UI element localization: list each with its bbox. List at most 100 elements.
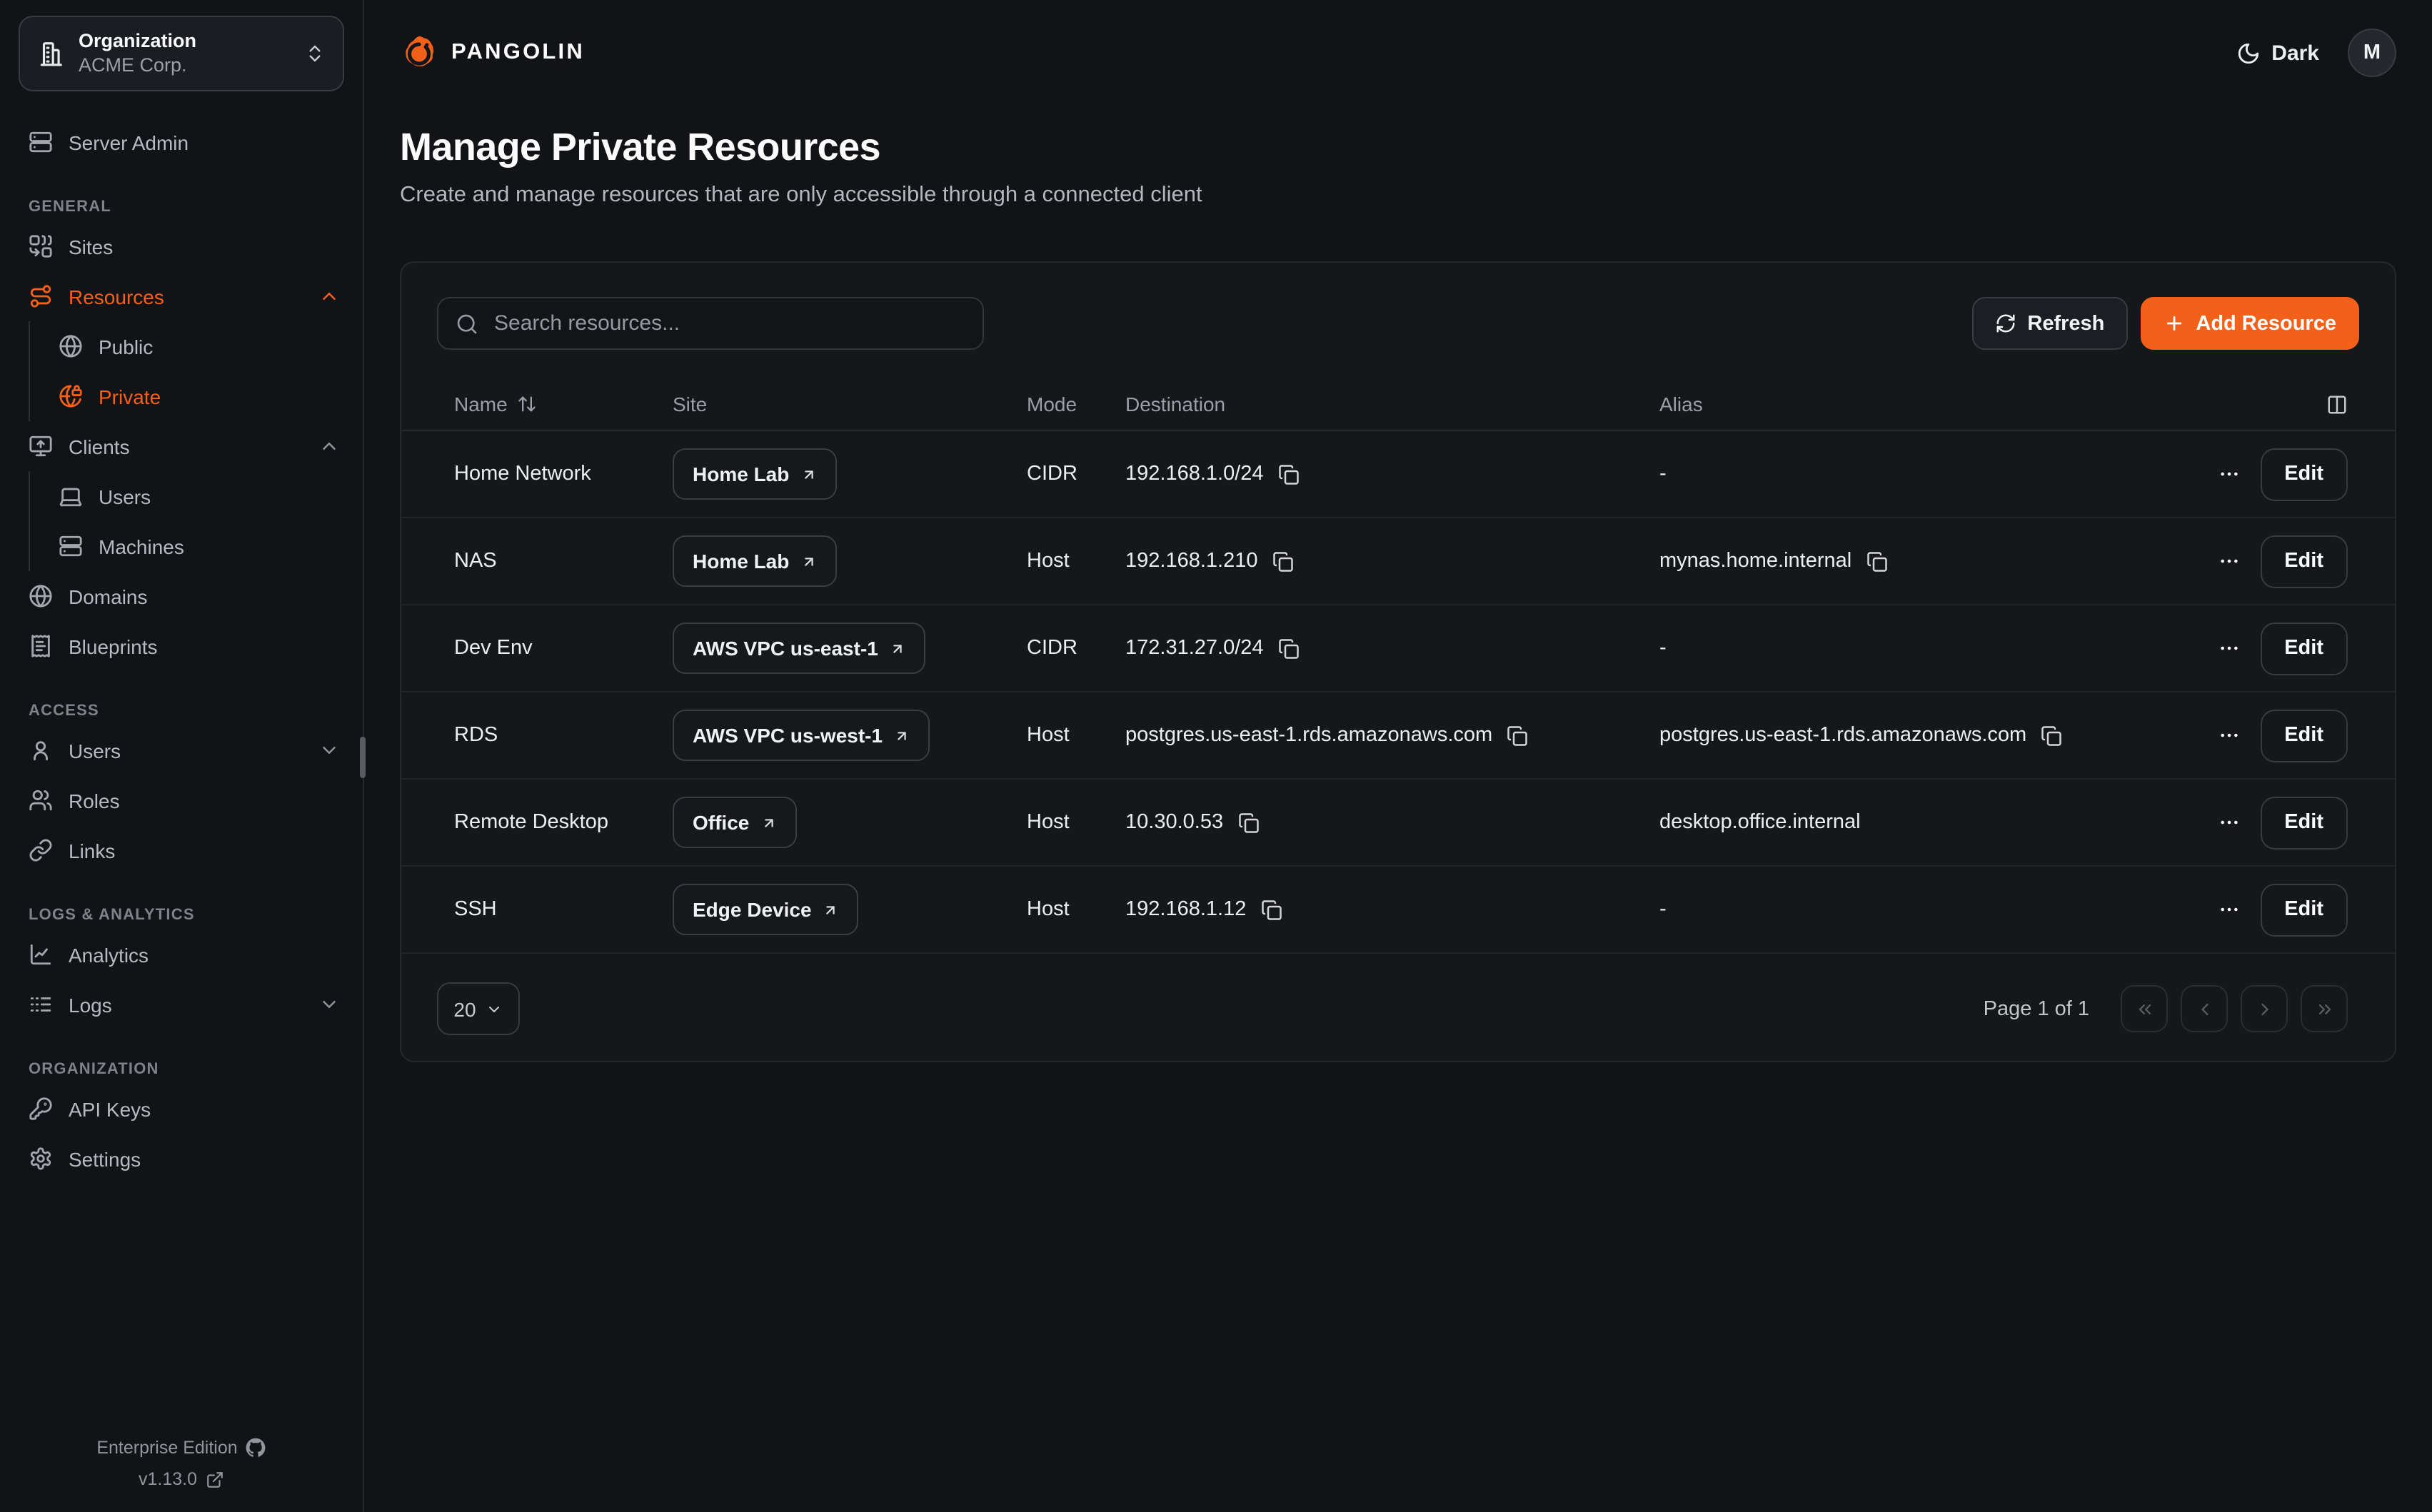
sidebar-item-api-keys[interactable]: API Keys [29, 1084, 340, 1134]
sidebar-item-server-admin[interactable]: Server Admin [29, 117, 340, 167]
search-icon [456, 312, 478, 335]
sidebar-item-links[interactable]: Links [29, 825, 340, 875]
site-link[interactable]: AWS VPC us-east-1 [673, 623, 925, 674]
edit-button[interactable]: Edit [2260, 796, 2348, 849]
copy-icon[interactable] [1278, 637, 1300, 659]
sidebar-item-label: Clients [69, 435, 130, 458]
column-header-name[interactable]: Name [454, 393, 673, 415]
org-selector[interactable]: Organization ACME Corp. [19, 16, 344, 91]
site-link[interactable]: AWS VPC us-west-1 [673, 710, 930, 761]
card-toolbar: Refresh Add Resource [437, 297, 2359, 350]
brand[interactable]: PANGOLIN [400, 34, 585, 72]
column-header-site: Site [673, 393, 1027, 415]
laptop-icon [59, 484, 83, 508]
site-link[interactable]: Home Lab [673, 448, 836, 500]
last-page-button[interactable] [2301, 985, 2348, 1032]
copy-icon[interactable] [1272, 550, 1293, 572]
resource-mode: Host [1027, 550, 1125, 573]
first-page-button[interactable] [2121, 985, 2168, 1032]
column-header-actions [2216, 393, 2348, 415]
line-chart-icon [29, 942, 53, 967]
sidebar-item-roles[interactable]: Roles [29, 775, 340, 825]
table-row: Dev Env AWS VPC us-east-1 CIDR 172.31.27… [401, 605, 2395, 692]
theme-label: Dark [2271, 41, 2319, 65]
edit-button[interactable]: Edit [2260, 448, 2348, 500]
sidebar-item-domains[interactable]: Domains [29, 571, 340, 621]
copy-icon[interactable] [2041, 725, 2062, 746]
sidebar-item-label: Public [99, 335, 153, 358]
row-menu-button[interactable] [2217, 637, 2240, 660]
table-row: NAS Home Lab Host 192.168.1.210 mynas.ho… [401, 518, 2395, 605]
row-menu-button[interactable] [2217, 811, 2240, 834]
row-menu-button[interactable] [2217, 898, 2240, 921]
sidebar-item-client-users[interactable]: Users [59, 471, 340, 521]
sidebar-resize-handle[interactable] [360, 737, 366, 778]
search-input[interactable] [491, 310, 965, 337]
resource-mode: Host [1027, 898, 1125, 921]
next-page-button[interactable] [2241, 985, 2288, 1032]
sidebar-item-machines[interactable]: Machines [59, 521, 340, 571]
refresh-button[interactable]: Refresh [1971, 297, 2127, 350]
arrow-up-right-icon [823, 902, 839, 917]
building-icon [37, 40, 64, 67]
sidebar-nav: Server Admin GENERAL Sites Resources [0, 91, 363, 1184]
copy-icon[interactable] [1237, 812, 1259, 833]
refresh-label: Refresh [2027, 312, 2104, 335]
page-subtitle: Create and manage resources that are onl… [400, 180, 2396, 211]
arrow-up-right-icon [800, 553, 816, 569]
page-size-select[interactable]: 20 [437, 982, 520, 1035]
sidebar-item-label: Analytics [69, 943, 149, 966]
resource-name: RDS [454, 724, 673, 747]
page-size-value: 20 [453, 997, 476, 1020]
theme-toggle[interactable]: Dark [2236, 41, 2319, 65]
brand-name: PANGOLIN [451, 40, 585, 66]
arrow-up-right-icon [894, 727, 910, 743]
prev-page-button[interactable] [2181, 985, 2228, 1032]
site-link[interactable]: Home Lab [673, 535, 836, 587]
site-link[interactable]: Edge Device [673, 884, 859, 935]
row-menu-button[interactable] [2217, 550, 2240, 573]
monitor-up-icon [29, 434, 53, 458]
columns-toggle-button[interactable] [2326, 393, 2348, 415]
copy-icon[interactable] [1866, 550, 1887, 572]
edit-button[interactable]: Edit [2260, 709, 2348, 762]
edit-button[interactable]: Edit [2260, 883, 2348, 936]
sidebar-item-users[interactable]: Users [29, 725, 340, 775]
sidebar-item-logs[interactable]: Logs [29, 979, 340, 1029]
moon-icon [2236, 41, 2260, 65]
copy-icon[interactable] [1278, 463, 1300, 485]
site-link[interactable]: Office [673, 797, 796, 848]
avatar[interactable]: M [2348, 29, 2396, 77]
arrow-up-right-icon [890, 640, 905, 656]
sidebar-item-settings[interactable]: Settings [29, 1134, 340, 1184]
row-menu-button[interactable] [2217, 724, 2240, 747]
resource-name: NAS [454, 550, 673, 573]
edit-button[interactable]: Edit [2260, 622, 2348, 675]
sidebar-item-sites[interactable]: Sites [29, 221, 340, 271]
chevron-down-icon [486, 1000, 503, 1017]
section-label-logs-analytics: LOGS & ANALYTICS [29, 904, 340, 927]
sidebar-item-public[interactable]: Public [59, 321, 340, 371]
resource-alias: desktop.office.internal [1659, 811, 1861, 834]
sidebar-item-label: Private [99, 385, 161, 408]
sidebar-item-clients[interactable]: Clients [29, 421, 340, 471]
sidebar-item-analytics[interactable]: Analytics [29, 929, 340, 979]
pagination: 20 Page 1 of 1 [437, 982, 2348, 1035]
add-resource-button[interactable]: Add Resource [2140, 297, 2359, 350]
sidebar-item-label: API Keys [69, 1097, 151, 1120]
sidebar-item-label: Server Admin [69, 131, 189, 153]
sidebar-item-resources[interactable]: Resources [29, 271, 340, 321]
refresh-icon [1994, 313, 2016, 334]
copy-icon[interactable] [1260, 899, 1282, 920]
resource-alias: mynas.home.internal [1659, 550, 1851, 573]
main-content: PANGOLIN Dark M Manage Private Resources… [364, 0, 2432, 1512]
external-link-icon[interactable] [206, 1470, 224, 1488]
edit-button[interactable]: Edit [2260, 535, 2348, 588]
chevron-down-icon [318, 994, 340, 1015]
copy-icon[interactable] [1507, 725, 1528, 746]
github-icon[interactable] [246, 1438, 266, 1458]
sidebar-item-private[interactable]: Private [59, 371, 340, 421]
pager-buttons [2121, 985, 2348, 1032]
row-menu-button[interactable] [2217, 463, 2240, 485]
sidebar-item-blueprints[interactable]: Blueprints [29, 621, 340, 671]
